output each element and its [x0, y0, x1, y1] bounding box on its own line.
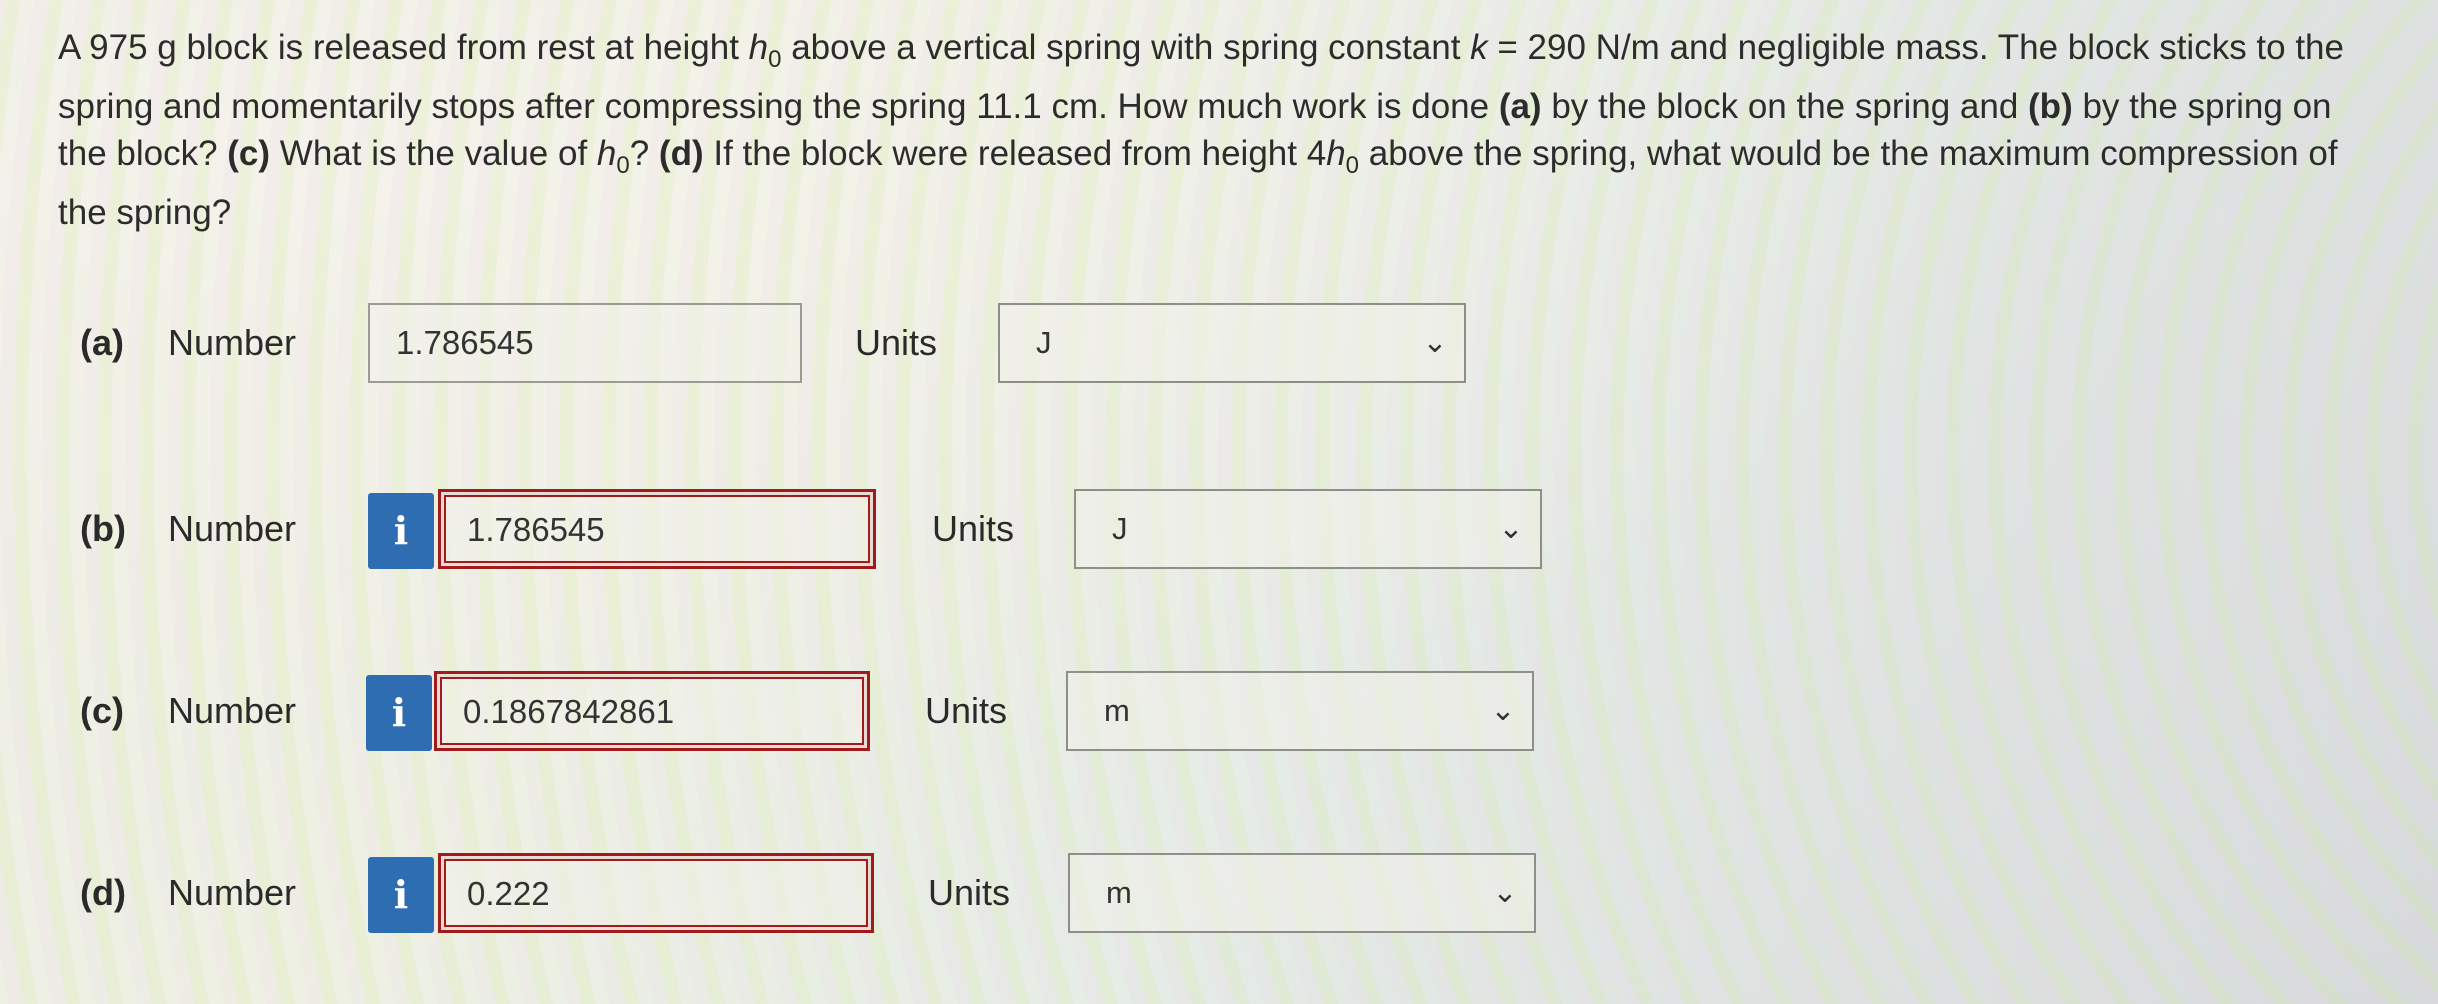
selected-unit: J [1036, 325, 1052, 360]
info-icon[interactable]: i [368, 493, 434, 569]
chevron-down-icon: ⌄ [1492, 876, 1518, 909]
answer-row-d: (d) Number i 0.222 Units m ⌄ [0, 853, 1600, 933]
part-label: (a) [80, 322, 124, 363]
chevron-down-icon: ⌄ [1490, 694, 1516, 727]
number-label: Number [168, 690, 297, 731]
answer-row-a: (a) Number 1.786545 Units J ⌄ [0, 303, 1600, 383]
part-label: (c) [80, 690, 124, 731]
selected-unit: m [1106, 875, 1132, 910]
units-select-a[interactable]: J ⌄ [998, 303, 1466, 383]
selected-unit: m [1104, 693, 1130, 728]
units-label: Units [932, 508, 1015, 549]
units-label: Units [925, 690, 1008, 731]
selected-unit: J [1112, 511, 1128, 546]
answer-input-b[interactable]: 1.786545 [438, 489, 876, 569]
question-text: A 975 g block is released from rest at h… [58, 28, 2344, 232]
chevron-down-icon: ⌄ [1422, 326, 1448, 359]
info-icon[interactable]: i [366, 675, 432, 751]
answer-row-c: (c) Number i 0.1867842861 Units m ⌄ [0, 671, 1600, 751]
units-select-c[interactable]: m ⌄ [1066, 671, 1534, 751]
number-label: Number [168, 508, 297, 549]
chevron-down-icon: ⌄ [1498, 512, 1524, 545]
part-label: (d) [80, 872, 126, 913]
number-label: Number [168, 322, 297, 363]
units-label: Units [855, 322, 938, 363]
part-label: (b) [80, 508, 126, 549]
info-icon[interactable]: i [368, 857, 434, 933]
number-label: Number [168, 872, 297, 913]
units-select-b[interactable]: J ⌄ [1074, 489, 1542, 569]
answer-input-a[interactable]: 1.786545 [368, 303, 802, 383]
answer-row-b: (b) Number i 1.786545 Units J ⌄ [0, 489, 1600, 569]
answer-input-d[interactable]: 0.222 [438, 853, 874, 933]
units-select-d[interactable]: m ⌄ [1068, 853, 1536, 933]
answer-input-c[interactable]: 0.1867842861 [434, 671, 870, 751]
units-label: Units [928, 872, 1011, 913]
